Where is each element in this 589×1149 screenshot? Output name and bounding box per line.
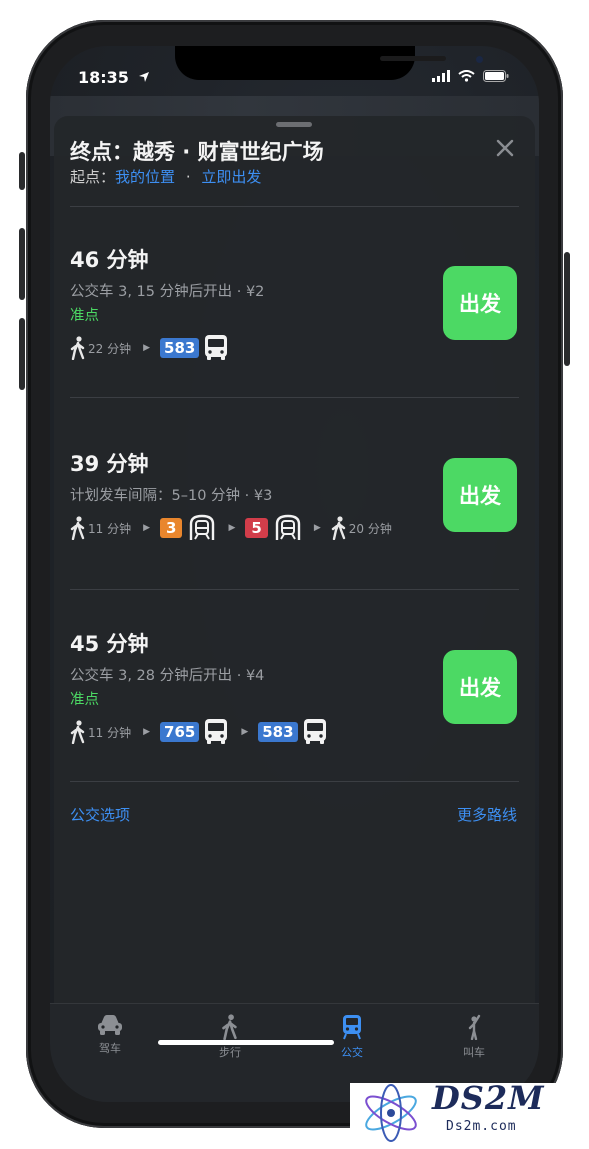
bus-line-badge: 765 [160,722,200,742]
arrow-right-icon: ▶ [143,523,151,533]
volume-down-button [19,318,25,390]
wifi-icon [458,70,475,82]
watermark-site: Ds2m.com [446,1119,517,1134]
arrow-right-icon: ▶ [143,727,151,737]
bus-icon [303,719,326,744]
walk-icon [70,720,85,744]
walk-duration: 11 分钟 [88,521,132,536]
ride-hail-icon [468,1014,481,1040]
metro-icon [190,514,215,540]
bus-line-badge: 583 [160,338,200,358]
status-time: 18:35 [78,68,150,87]
watermark-brand: DS2M [432,1079,545,1117]
atom-logo-icon [365,1084,417,1142]
screen: 18:35 终点：越秀 · 财富世纪广场 起点：我的位置 · 立即出发 46 分… [50,46,539,1102]
walk-icon [331,516,345,540]
volume-up-button [19,228,25,300]
car-icon [98,1015,122,1035]
speaker [380,56,446,61]
location-arrow-icon [138,72,149,82]
walk-icon [70,336,85,360]
arrow-right-icon: ▶ [228,523,236,533]
power-button [564,252,570,366]
front-camera [476,56,483,63]
metro-line-badge: 3 [160,518,183,538]
go-button[interactable]: 出发 [443,266,517,340]
notch [175,46,483,80]
tab-label: 公交 [341,1046,363,1059]
directions-sheet: 终点：越秀 · 财富世纪广场 起点：我的位置 · 立即出发 46 分钟 公交车 … [54,116,535,1102]
depart-time-link[interactable]: 立即出发 [201,168,261,186]
walk-duration: 20 分钟 [348,521,392,536]
home-indicator[interactable] [158,1040,334,1045]
walk-duration: 11 分钟 [88,725,132,740]
bus-line-badge: 583 [258,722,298,742]
tab-label: 步行 [219,1046,241,1059]
origin-label: 起点： [70,168,116,186]
arrow-right-icon: ▶ [143,343,151,353]
tab-label: 叫车 [463,1046,485,1059]
more-routes-link[interactable]: 更多路线 [457,804,517,825]
transit-options-link[interactable]: 公交选项 [70,804,130,825]
battery-icon [483,70,509,82]
divider [70,781,519,782]
arrow-right-icon: ▶ [313,523,321,533]
cellular-signal-icon [432,70,450,82]
tab-ride[interactable]: 叫车 [434,1014,514,1060]
divider [70,206,519,207]
watermark: DS2M Ds2m.com [350,1079,580,1143]
status-icons [432,70,509,82]
go-button[interactable]: 出发 [443,650,517,724]
transit-icon [343,1015,361,1040]
divider [70,589,519,590]
tab-transit[interactable]: 公交 [312,1014,392,1060]
walk-icon [70,516,85,540]
walk-duration: 22 分钟 [88,341,132,356]
arrow-right-icon: ▶ [241,727,249,737]
status-time-text: 18:35 [78,68,129,87]
divider [70,397,519,398]
tab-walk[interactable]: 步行 [190,1014,270,1060]
close-icon[interactable] [495,138,515,158]
tab-drive[interactable]: 驾车 [70,1014,150,1056]
bus-icon [205,719,228,744]
mute-switch [19,152,25,190]
separator-dot: · [185,168,191,186]
sheet-grabber[interactable] [276,122,312,127]
metro-icon [275,514,301,540]
walk-icon [222,1014,237,1040]
destination-title: 终点：越秀 · 财富世纪广场 [70,140,324,164]
origin-link[interactable]: 我的位置 [115,168,175,186]
origin-row: 起点：我的位置 · 立即出发 [70,166,261,187]
tab-label: 驾车 [99,1042,121,1055]
metro-line-badge: 5 [245,518,268,538]
bus-icon [205,335,228,360]
go-button[interactable]: 出发 [443,458,517,532]
